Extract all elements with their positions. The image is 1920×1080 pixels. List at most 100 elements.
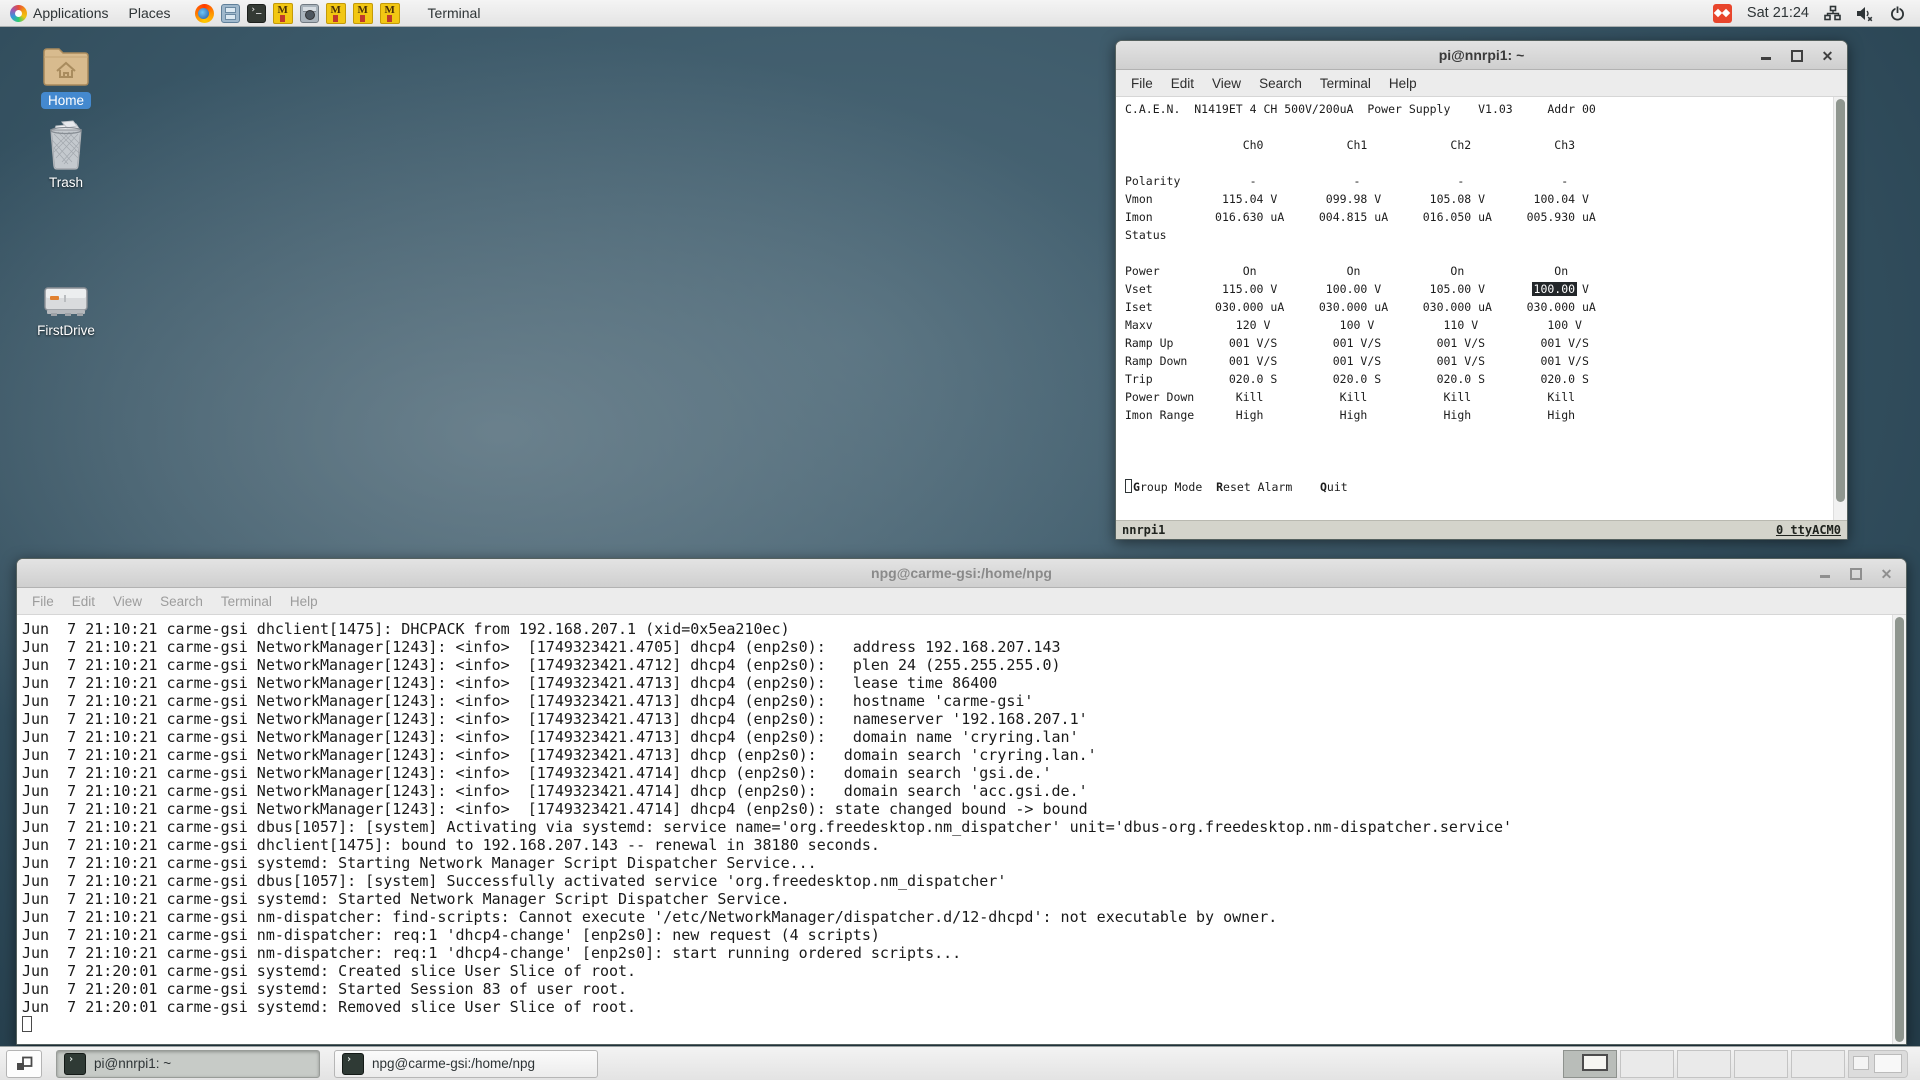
- places-menu[interactable]: Places: [119, 0, 181, 26]
- menu-help[interactable]: Help: [281, 594, 327, 609]
- terminal-line: [1125, 460, 1831, 478]
- terminal-line: Jun 7 21:10:21 carme-gsi systemd: Starti…: [22, 854, 1890, 872]
- menu-file[interactable]: File: [23, 594, 63, 609]
- workspace-2[interactable]: [1620, 1050, 1674, 1078]
- window-title: pi@nnrpi1: ~: [1439, 47, 1525, 63]
- terminal-line: Jun 7 21:10:21 carme-gsi NetworkManager[…: [22, 746, 1890, 764]
- syslog-terminal-screen[interactable]: Jun 7 21:10:21 carme-gsi dhclient[1475]:…: [17, 615, 1906, 1044]
- statusbar-host: nnrpi1: [1122, 523, 1165, 537]
- maximize-button[interactable]: [1848, 566, 1863, 581]
- workspace-5[interactable]: [1791, 1050, 1845, 1078]
- file-manager-icon[interactable]: [221, 4, 240, 23]
- workspace-6[interactable]: [1848, 1050, 1908, 1078]
- terminal-line: Jun 7 21:20:01 carme-gsi systemd: Starte…: [22, 980, 1890, 998]
- psu-footer-command[interactable]: eset Alarm: [1223, 480, 1320, 494]
- workspace-window-thumb: [1582, 1054, 1608, 1071]
- psu-terminal-screen[interactable]: C.A.E.N. N1419ET 4 CH 500V/200uA Power S…: [1116, 97, 1847, 520]
- menu-search[interactable]: Search: [151, 594, 212, 609]
- terminal-line: Jun 7 21:20:01 carme-gsi systemd: Create…: [22, 962, 1890, 980]
- network-icon[interactable]: [1824, 5, 1841, 22]
- syslog-scrollbar[interactable]: [1892, 615, 1906, 1044]
- terminal-line: Jun 7 21:10:21 carme-gsi dbus[1057]: [sy…: [22, 818, 1890, 836]
- menu-file[interactable]: File: [1122, 76, 1162, 91]
- desktop-icon-firstdrive[interactable]: FirstDrive: [18, 282, 114, 339]
- drive-icon: [41, 282, 91, 318]
- volume-muted-icon[interactable]: [1856, 5, 1874, 22]
- taskbar-task-button[interactable]: npg@carme-gsi:/home/npg: [334, 1050, 598, 1078]
- menu-view[interactable]: View: [1203, 76, 1250, 91]
- terminal-line: [1125, 244, 1831, 262]
- task-label: pi@nnrpi1: ~: [94, 1056, 171, 1071]
- terminal-line: [1125, 154, 1831, 172]
- close-button[interactable]: ✕: [1820, 48, 1835, 63]
- desktop-icon-label: Trash: [42, 174, 90, 191]
- menu-edit[interactable]: Edit: [1162, 76, 1203, 91]
- psu-footer-command[interactable]: uit: [1327, 480, 1348, 494]
- terminal-line: Jun 7 21:10:21 carme-gsi dhclient[1475]:…: [22, 836, 1890, 854]
- menu-search[interactable]: Search: [1250, 76, 1311, 91]
- workspace-3[interactable]: [1677, 1050, 1731, 1078]
- active-app-label[interactable]: Terminal: [428, 5, 481, 21]
- taskbar-task-button[interactable]: pi@nnrpi1: ~: [56, 1050, 320, 1078]
- terminal-line: Jun 7 21:10:21 carme-gsi NetworkManager[…: [22, 782, 1890, 800]
- applications-menu[interactable]: Applications: [0, 0, 119, 26]
- workspace-switcher: [1563, 1050, 1908, 1078]
- workspace-1[interactable]: [1563, 1050, 1617, 1078]
- terminal-launch-icon[interactable]: [247, 4, 266, 23]
- power-icon[interactable]: [1889, 5, 1906, 22]
- terminal-line: Jun 7 21:10:21 carme-gsi dbus[1057]: [sy…: [22, 872, 1890, 890]
- terminal-line: Jun 7 21:10:21 carme-gsi NetworkManager[…: [22, 638, 1890, 656]
- terminal-line: Imon 016.630 uA 004.815 uA 016.050 uA 00…: [1125, 208, 1831, 226]
- syslog-titlebar[interactable]: npg@carme-gsi:/home/npg ✕: [17, 559, 1906, 588]
- menu-edit[interactable]: Edit: [63, 594, 104, 609]
- syslog-scrollbar-thumb[interactable]: [1895, 617, 1904, 1042]
- terminal-cursor: [22, 1016, 32, 1032]
- terminal-line: [22, 1016, 1890, 1034]
- terminal-line: Vset 115.00 V 100.00 V 105.00 V 100.00 V: [1125, 280, 1831, 298]
- desktop-icon-label: FirstDrive: [30, 322, 102, 339]
- highlighted-value[interactable]: 100.00: [1532, 282, 1578, 296]
- minimize-button[interactable]: [1817, 566, 1832, 581]
- psu-footer-command[interactable]: roup Mode: [1140, 480, 1216, 494]
- terminal-line: Jun 7 21:10:21 carme-gsi NetworkManager[…: [22, 710, 1890, 728]
- window-list-button[interactable]: [6, 1050, 42, 1078]
- menu-help[interactable]: Help: [1380, 76, 1426, 91]
- taskbar: pi@nnrpi1: ~ npg@carme-gsi:/home/npg: [0, 1046, 1920, 1080]
- places-label: Places: [129, 5, 171, 21]
- terminal-line: Ramp Down 001 V/S 001 V/S 001 V/S 001 V/…: [1125, 352, 1831, 370]
- psu-footer-command[interactable]: Q: [1320, 480, 1327, 494]
- terminal-icon: [64, 1053, 86, 1075]
- terminal-line: Polarity - - - -: [1125, 172, 1831, 190]
- system-tray: Sat 21:24: [1713, 0, 1920, 26]
- terminal-line: Jun 7 21:10:21 carme-gsi NetworkManager[…: [22, 728, 1890, 746]
- screenshot-icon[interactable]: [300, 4, 319, 23]
- clock[interactable]: Sat 21:24: [1747, 5, 1809, 21]
- menu-terminal[interactable]: Terminal: [1311, 76, 1380, 91]
- maximize-button[interactable]: [1789, 48, 1804, 63]
- midas-icon[interactable]: [353, 3, 373, 24]
- firefox-icon[interactable]: [195, 4, 214, 23]
- menu-terminal[interactable]: Terminal: [212, 594, 281, 609]
- psu-footer-command[interactable]: R: [1216, 480, 1223, 494]
- statusbar-tty[interactable]: 0 ttyACM0: [1776, 523, 1841, 537]
- midas-icon[interactable]: [273, 3, 293, 24]
- psu-scrollbar-thumb[interactable]: [1836, 99, 1845, 502]
- psu-statusbar: nnrpi1 0 ttyACM0: [1116, 520, 1847, 539]
- notification-tray-icon[interactable]: [1713, 4, 1732, 23]
- minimize-button[interactable]: [1758, 48, 1773, 63]
- window-title: npg@carme-gsi:/home/npg: [871, 565, 1052, 581]
- terminal-line: Jun 7 21:10:21 carme-gsi nm-dispatcher: …: [22, 908, 1890, 926]
- home-folder-icon: [41, 44, 91, 88]
- midas-icon[interactable]: [326, 3, 346, 24]
- desktop-icon-trash[interactable]: Trash: [18, 120, 114, 191]
- terminal-line: [1125, 118, 1831, 136]
- desktop-icon-home[interactable]: Home: [18, 44, 114, 109]
- menu-view[interactable]: View: [104, 594, 151, 609]
- workspace-4[interactable]: [1734, 1050, 1788, 1078]
- midas-icon[interactable]: [380, 3, 400, 24]
- terminal-line: Jun 7 21:10:21 carme-gsi systemd: Starte…: [22, 890, 1890, 908]
- psu-footer-command[interactable]: G: [1133, 480, 1140, 494]
- psu-scrollbar[interactable]: [1833, 97, 1847, 520]
- psu-titlebar[interactable]: pi@nnrpi1: ~ ✕: [1116, 41, 1847, 70]
- close-button[interactable]: ✕: [1879, 566, 1894, 581]
